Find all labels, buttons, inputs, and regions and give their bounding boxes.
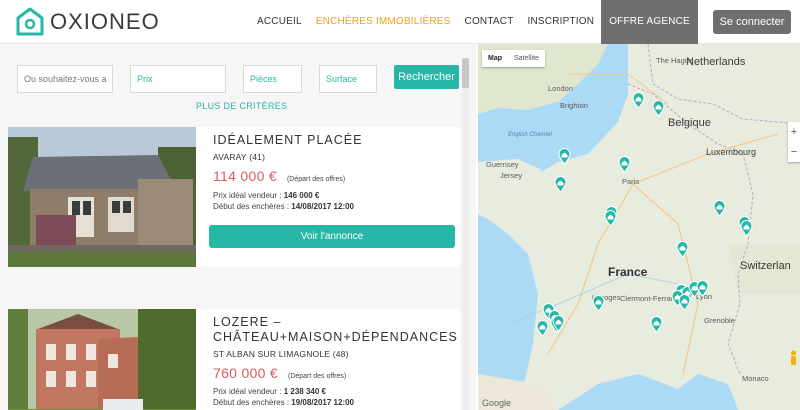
listing-card: LOZERE – CHÂTEAU+MAISON+DÉPENDANCES ST A…: [8, 309, 460, 410]
map-label-switzerland: Switzerlan: [740, 260, 791, 272]
map-marker-icon[interactable]: [740, 220, 753, 237]
search-bar: Ou souhaitez-vous a Prix Pièces Surface …: [0, 44, 460, 122]
nav-inscription[interactable]: INSCRIPTION: [521, 0, 602, 44]
price-note: (Départ des offres): [286, 176, 346, 183]
seller-price-line: Prix idéal vendeur : 1 238 340 €: [213, 387, 458, 396]
nav-accueil[interactable]: ACCUEIL: [250, 0, 309, 44]
rooms-input[interactable]: Pièces: [243, 65, 302, 93]
listing-price: 760 000 €: [213, 365, 278, 381]
map-marker-icon[interactable]: [650, 316, 663, 333]
nav-encheres[interactable]: ENCHÈRES IMMOBILIÈRES: [309, 0, 458, 44]
map-marker-icon[interactable]: [632, 92, 645, 109]
listing-price: 114 000 €: [213, 168, 277, 184]
map-marker-icon[interactable]: [558, 148, 571, 165]
listing-town: ST ALBAN SUR LIMAGNOLE (48): [213, 349, 349, 359]
price-input[interactable]: Prix: [130, 65, 226, 93]
google-logo: Google: [482, 398, 512, 408]
price-note: (Départ des offres): [287, 373, 347, 380]
map-marker-icon[interactable]: [696, 280, 709, 297]
map-tab-satellite[interactable]: Satellite: [508, 50, 545, 67]
map-label-the-hague: The Hague: [656, 56, 694, 65]
search-button[interactable]: Rechercher: [394, 65, 459, 89]
map-marker-icon[interactable]: [676, 241, 689, 258]
map-marker-icon[interactable]: [652, 100, 665, 117]
start-date-line: Début des enchères : 19/08/2017 12:00: [213, 398, 458, 407]
seller-price-value: 146 000 €: [283, 191, 320, 200]
surface-input[interactable]: Surface: [319, 65, 377, 93]
map-label-jersey: Jersey: [500, 171, 523, 180]
map-label-belgium: Belgique: [668, 117, 711, 129]
listing-photo[interactable]: [8, 127, 196, 267]
more-criteria-link[interactable]: PLUS DE CRITÈRES: [196, 101, 287, 111]
start-date-line: Début des enchères : 14/08/2017 12:00: [213, 202, 458, 211]
map-label-france: France: [608, 265, 648, 279]
seller-price-value: 1 238 340 €: [283, 387, 326, 396]
map-label-grenoble: Grenoble: [704, 316, 735, 325]
seller-price-line: Prix idéal vendeur : 146 000 €: [213, 191, 458, 200]
listing-title[interactable]: LOZERE – CHÂTEAU+MAISON+DÉPENDANCES: [213, 315, 458, 345]
house-photo: [8, 127, 196, 267]
seller-price-label: Prix idéal vendeur :: [213, 191, 282, 200]
start-date-value: 19/08/2017 12:00: [291, 398, 355, 407]
street-view-pegman-icon[interactable]: [789, 350, 798, 366]
start-date-label: Début des enchères :: [213, 202, 290, 211]
map-label-guernsey: Guernsey: [486, 160, 519, 169]
location-input[interactable]: Ou souhaitez-vous a: [17, 65, 113, 93]
house-logo-icon: [16, 7, 44, 36]
connect-button[interactable]: Se connecter: [713, 10, 791, 34]
map-marker-icon[interactable]: [592, 295, 605, 312]
listing-panel: Ou souhaitez-vous a Prix Pièces Surface …: [0, 44, 476, 410]
map-marker-icon[interactable]: [713, 200, 726, 217]
listing-town: AVARAY (41): [213, 152, 266, 162]
listing-info: LOZERE – CHÂTEAU+MAISON+DÉPENDANCES ST A…: [213, 309, 458, 407]
map-label-luxembourg: Luxembourg: [706, 147, 757, 157]
zoom-out-button[interactable]: −: [788, 142, 800, 162]
listing-info: IDÉALEMENT PLACÉE AVARAY (41) 114 000 € …: [213, 127, 458, 211]
start-date-value: 14/08/2017 12:00: [291, 202, 355, 211]
map-label-monaco: Monaco: [742, 374, 769, 383]
nav-contact[interactable]: CONTACT: [458, 0, 521, 44]
map[interactable]: Map Satellite Netherlands The Hague Lond…: [478, 44, 800, 410]
chateau-photo: [8, 309, 196, 410]
map-label-english-channel: English Channel: [508, 132, 552, 138]
main-nav: ACCUEIL ENCHÈRES IMMOBILIÈRES CONTACT IN…: [250, 0, 698, 44]
header: OXIONEO ACCUEIL ENCHÈRES IMMOBILIÈRES CO…: [0, 0, 800, 44]
listing-card: IDÉALEMENT PLACÉE AVARAY (41) 114 000 € …: [8, 127, 460, 267]
price-row: 114 000 € (Départ des offres): [213, 168, 458, 184]
logo[interactable]: OXIONEO: [16, 7, 160, 37]
map-label-paris: Paris: [622, 177, 640, 186]
map-tab-map[interactable]: Map: [482, 50, 508, 67]
scrollbar-thumb[interactable]: [462, 58, 469, 88]
zoom-control: + −: [788, 122, 800, 162]
price-row: 760 000 € (Départ des offres): [213, 365, 458, 381]
map-label-netherlands: Netherlands: [686, 56, 746, 68]
seller-price-label: Prix idéal vendeur :: [213, 387, 282, 396]
map-marker-icon[interactable]: [554, 176, 567, 193]
map-type-tabs: Map Satellite: [482, 50, 545, 67]
start-date-label: Début des enchères :: [213, 398, 290, 407]
nav-offre-agence[interactable]: OFFRE AGENCE: [601, 0, 698, 44]
brand-name: OXIONEO: [50, 9, 160, 34]
scrollbar[interactable]: [462, 58, 469, 410]
map-label-brighton: Brighton: [560, 101, 588, 110]
map-marker-icon[interactable]: [536, 320, 549, 337]
map-marker-icon[interactable]: [604, 210, 617, 227]
zoom-in-button[interactable]: +: [788, 122, 800, 142]
listing-title[interactable]: IDÉALEMENT PLACÉE: [213, 133, 458, 148]
map-marker-icon[interactable]: [552, 315, 565, 332]
map-label-london: London: [548, 84, 574, 93]
listing-photo[interactable]: [8, 309, 196, 410]
map-marker-icon[interactable]: [678, 294, 691, 311]
view-listing-button[interactable]: Voir l'annonce: [209, 225, 455, 248]
map-marker-icon[interactable]: [618, 156, 631, 173]
